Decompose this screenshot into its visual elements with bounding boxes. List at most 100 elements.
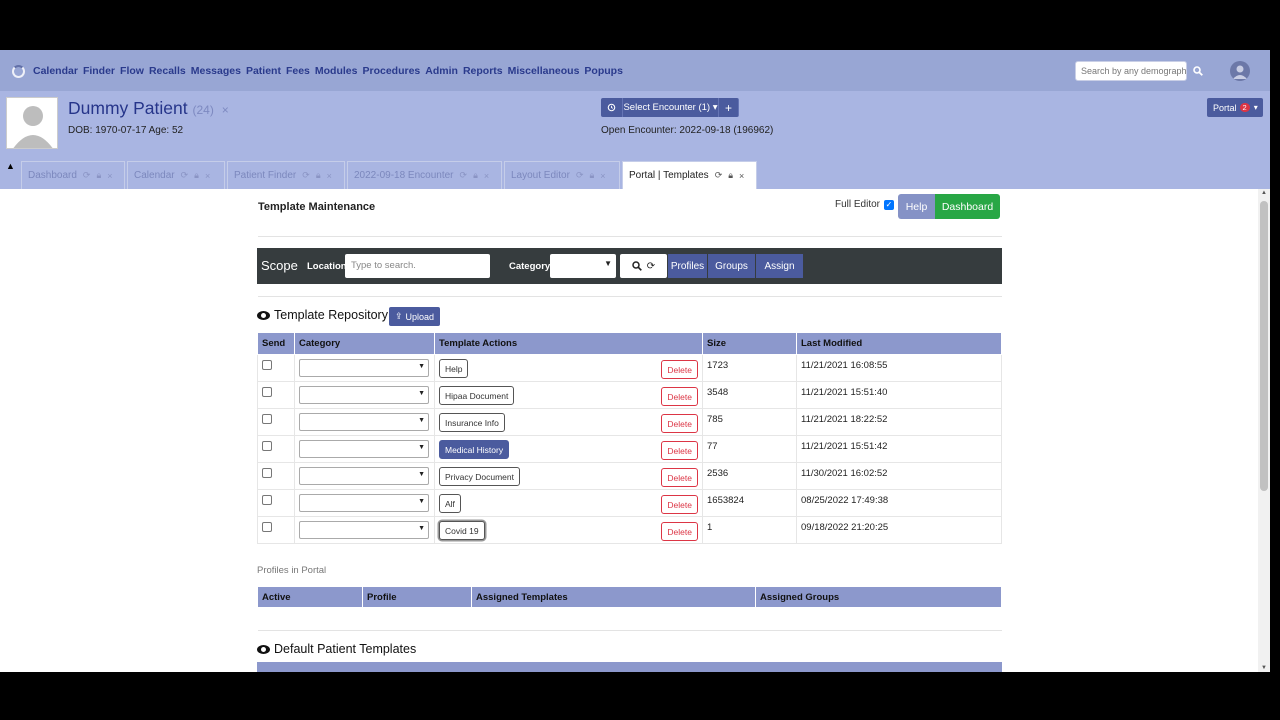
row-category-select[interactable]: ▼ — [299, 386, 429, 404]
send-checkbox[interactable] — [262, 414, 272, 424]
lock-icon[interactable]: 🔒︎ — [194, 170, 199, 181]
tab-patient-finder[interactable]: Patient Finder ⟳ 🔒︎ × — [227, 161, 345, 189]
close-icon[interactable]: × — [327, 171, 332, 181]
refresh-icon[interactable]: ⟳ — [715, 170, 723, 181]
content-scrollbar[interactable]: ▲ ▼ — [1258, 189, 1270, 672]
template-button[interactable]: Alf — [439, 494, 461, 513]
delete-button[interactable]: Delete — [661, 360, 698, 379]
delete-button[interactable]: Delete — [661, 414, 698, 433]
close-icon[interactable]: × — [484, 171, 489, 181]
help-button[interactable]: Help — [898, 194, 935, 219]
tab-label: Layout Editor — [511, 170, 570, 181]
menu-fees[interactable]: Fees — [286, 65, 310, 77]
tab-layout-editor[interactable]: Layout Editor ⟳ 🔒︎ × — [504, 161, 620, 189]
select-encounter-button[interactable]: Select Encounter (1) ▾ — [623, 98, 719, 117]
groups-button[interactable]: Groups — [708, 254, 755, 278]
full-editor-checkbox[interactable]: ✓ — [884, 199, 895, 210]
refresh-icon[interactable]: ⟳ — [181, 170, 189, 181]
menu-calendar[interactable]: Calendar — [33, 65, 78, 77]
eye-icon[interactable] — [257, 310, 270, 320]
menu-popups[interactable]: Popups — [584, 65, 623, 77]
menu-procedures[interactable]: Procedures — [362, 65, 420, 77]
delete-button[interactable]: Delete — [661, 468, 698, 487]
send-checkbox[interactable] — [262, 441, 272, 451]
menu-admin[interactable]: Admin — [425, 65, 458, 77]
scrollbar-thumb[interactable] — [1260, 201, 1268, 491]
menu-patient[interactable]: Patient — [246, 65, 281, 77]
lock-icon[interactable]: 🔒︎ — [589, 170, 594, 181]
delete-button[interactable]: Delete — [661, 441, 698, 460]
refresh-icon[interactable]: ⟳ — [83, 170, 91, 181]
logo-spinner-icon[interactable] — [12, 65, 25, 78]
template-modified: 11/21/2021 18:22:52 — [801, 414, 888, 425]
encounter-group: Select Encounter (1) ▾ + — [601, 98, 739, 117]
location-search-input[interactable]: Type to search. — [345, 254, 490, 278]
menu-recalls[interactable]: Recalls — [149, 65, 186, 77]
tab-portal-templates[interactable]: Portal | Templates ⟳ 🔒︎ × — [622, 161, 757, 189]
row-category-select[interactable]: ▼ — [299, 359, 429, 377]
collapse-header-icon[interactable]: ▲ — [6, 161, 15, 171]
menu-finder[interactable]: Finder — [83, 65, 115, 77]
patient-avatar — [6, 97, 58, 149]
lock-icon[interactable]: 🔒︎ — [728, 170, 733, 181]
assign-button[interactable]: Assign — [756, 254, 803, 278]
template-button[interactable]: Medical History — [439, 440, 510, 459]
patient-name[interactable]: Dummy Patient — [68, 98, 188, 118]
menu-modules[interactable]: Modules — [315, 65, 358, 77]
menu-flow[interactable]: Flow — [120, 65, 144, 77]
delete-button[interactable]: Delete — [661, 387, 698, 406]
row-category-select[interactable]: ▼ — [299, 413, 429, 431]
row-category-select[interactable]: ▼ — [299, 467, 429, 485]
scroll-up-icon[interactable]: ▲ — [1261, 190, 1267, 196]
refresh-icon[interactable]: ⟳ — [460, 170, 468, 181]
profiles-button[interactable]: Profiles — [668, 254, 707, 278]
eye-icon[interactable] — [257, 644, 270, 654]
send-checkbox[interactable] — [262, 468, 272, 478]
search-icon[interactable] — [632, 261, 642, 271]
tab-dashboard[interactable]: Dashboard ⟳ 🔒︎ × — [21, 161, 125, 189]
tab-encounter[interactable]: 2022-09-18 Encounter ⟳ 🔒︎ × — [347, 161, 502, 189]
upload-icon: ⇪ — [394, 311, 403, 321]
template-button[interactable]: Covid 19 — [439, 521, 485, 540]
close-patient-icon[interactable]: × — [222, 103, 229, 117]
upload-button[interactable]: ⇪ Upload — [389, 307, 440, 326]
menu-reports[interactable]: Reports — [463, 65, 503, 77]
dashboard-button[interactable]: Dashboard — [935, 194, 1000, 219]
row-category-select[interactable]: ▼ — [299, 521, 429, 539]
portal-dropdown-button[interactable]: Portal 2 ▾ — [1207, 98, 1263, 117]
send-checkbox[interactable] — [262, 387, 272, 397]
send-checkbox[interactable] — [262, 360, 272, 370]
template-button[interactable]: Hipaa Document — [439, 386, 515, 405]
send-checkbox[interactable] — [262, 522, 272, 532]
refresh-icon[interactable]: ⟳ — [647, 261, 655, 272]
send-checkbox[interactable] — [262, 495, 272, 505]
row-category-select[interactable]: ▼ — [299, 440, 429, 458]
delete-button[interactable]: Delete — [661, 495, 698, 514]
refresh-icon[interactable]: ⟳ — [302, 170, 310, 181]
category-select[interactable]: ▼ — [550, 254, 616, 278]
add-encounter-button[interactable]: + — [719, 98, 739, 117]
template-button[interactable]: Help — [439, 359, 469, 378]
lock-icon[interactable]: 🔒︎ — [316, 170, 321, 181]
encounter-history-button[interactable] — [601, 98, 623, 117]
scroll-down-icon[interactable]: ▼ — [1261, 665, 1267, 671]
close-icon[interactable]: × — [107, 171, 112, 181]
tab-label: Calendar — [134, 170, 175, 181]
close-icon[interactable]: × — [739, 171, 744, 181]
template-button[interactable]: Privacy Document — [439, 467, 520, 486]
tab-calendar[interactable]: Calendar ⟳ 🔒︎ × — [127, 161, 225, 189]
close-icon[interactable]: × — [205, 171, 210, 181]
demographics-search-input[interactable]: Search by any demographics — [1075, 61, 1187, 81]
template-button[interactable]: Insurance Info — [439, 413, 505, 432]
row-category-select[interactable]: ▼ — [299, 494, 429, 512]
user-avatar-icon[interactable] — [1230, 61, 1250, 81]
menu-miscellaneous[interactable]: Miscellaneous — [508, 65, 580, 77]
lock-icon[interactable]: 🔒︎ — [96, 170, 101, 181]
menu-messages[interactable]: Messages — [191, 65, 241, 77]
refresh-icon[interactable]: ⟳ — [576, 170, 584, 181]
delete-button[interactable]: Delete — [661, 522, 698, 541]
close-icon[interactable]: × — [600, 171, 605, 181]
lock-icon[interactable]: 🔒︎ — [473, 170, 478, 181]
template-modified: 11/21/2021 15:51:40 — [801, 387, 888, 398]
search-icon[interactable] — [1193, 66, 1203, 76]
